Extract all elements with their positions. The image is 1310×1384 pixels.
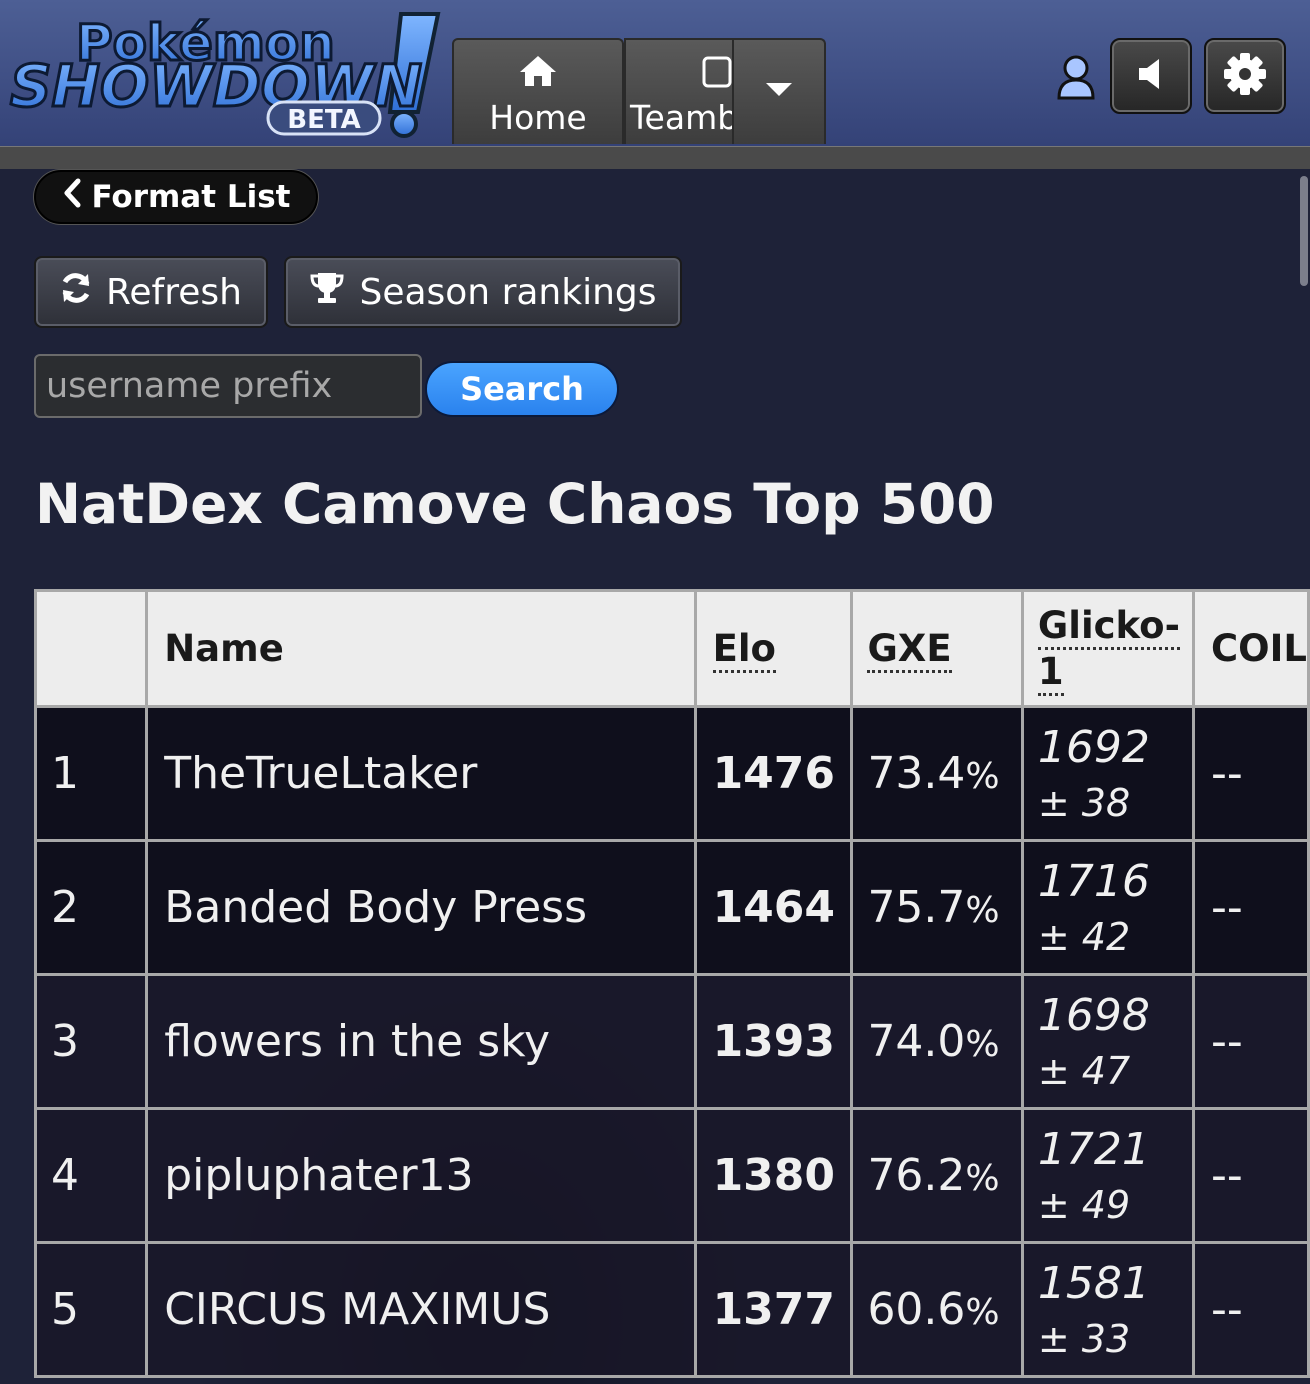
glicko-deviation: ± 47 <box>1037 1048 1131 1093</box>
column-gxe[interactable]: GXE <box>850 589 1024 708</box>
column-gxe-label[interactable]: GXE <box>867 627 952 673</box>
coil-cell: -- <box>1192 705 1310 842</box>
refresh-button[interactable]: Refresh <box>34 256 268 328</box>
column-name-label: Name <box>164 627 284 670</box>
column-rank <box>33 589 149 708</box>
player-name-link[interactable]: Banded Body Press <box>145 839 697 976</box>
elo-cell: 1393 <box>693 973 854 1110</box>
gxe-unit: % <box>965 1024 1000 1065</box>
tab-teambuilder-label: Teambuilder <box>630 98 734 137</box>
rank-cell: 1 <box>33 705 149 842</box>
coil-cell: -- <box>1192 973 1310 1110</box>
table-header-row: Name Elo GXE Glicko-1 COIL <box>33 589 1310 708</box>
gxe-value: 60.6 <box>867 1284 966 1335</box>
username-prefix-input[interactable] <box>34 354 422 418</box>
header-divider <box>0 146 1310 169</box>
home-icon <box>454 54 622 92</box>
gxe-unit: % <box>965 756 1000 797</box>
gxe-cell: 74.0% <box>850 973 1024 1110</box>
elo-cell: 1476 <box>693 705 854 842</box>
gxe-value: 73.4 <box>867 748 966 799</box>
edit-icon <box>700 54 732 94</box>
coil-cell: -- <box>1192 839 1310 976</box>
gear-icon <box>1223 52 1267 100</box>
sound-button[interactable] <box>1110 38 1192 114</box>
gxe-cell: 75.7% <box>850 839 1024 976</box>
refresh-label: Refresh <box>106 271 242 313</box>
tab-more-dropdown[interactable] <box>732 38 826 144</box>
gxe-value: 75.7 <box>867 882 966 933</box>
glicko-deviation: ± 42 <box>1037 914 1131 959</box>
page-title: NatDex Camove Chaos Top 500 <box>35 472 995 536</box>
glicko-rating: 1721 <box>1037 1123 1150 1175</box>
volume-icon <box>1137 57 1165 95</box>
rank-cell: 2 <box>33 839 149 976</box>
glicko-cell: 1721 ± 49 <box>1020 1107 1196 1244</box>
table-row: 5 CIRCUS MAXIMUS 1377 60.6% 1581 ± 33 -- <box>33 1241 1310 1378</box>
gxe-unit: % <box>965 1158 1000 1199</box>
column-elo[interactable]: Elo <box>693 589 854 708</box>
user-icon[interactable] <box>1056 54 1096 100</box>
glicko-deviation: ± 33 <box>1037 1316 1131 1361</box>
glicko-cell: 1716 ± 42 <box>1020 839 1196 976</box>
player-name-link[interactable]: TheTrueLtaker <box>145 705 697 842</box>
gxe-value: 74.0 <box>867 1016 966 1067</box>
table-row: 2 Banded Body Press 1464 75.7% 1716 ± 42… <box>33 839 1310 976</box>
player-name-link[interactable]: flowers in the sky <box>145 973 697 1110</box>
glicko-deviation: ± 49 <box>1037 1182 1131 1227</box>
column-coil-label: COIL <box>1211 627 1307 670</box>
search-button[interactable]: Search <box>425 361 619 417</box>
glicko-rating: 1698 <box>1037 989 1150 1041</box>
tab-home[interactable]: Home <box>452 38 624 144</box>
rank-cell: 5 <box>33 1241 149 1378</box>
elo-cell: 1377 <box>693 1241 854 1378</box>
table-row: 1 TheTrueLtaker 1476 73.4% 1692 ± 38 -- <box>33 705 1310 842</box>
coil-cell: -- <box>1192 1241 1310 1378</box>
gxe-cell: 73.4% <box>850 705 1024 842</box>
caret-down-icon <box>734 80 824 102</box>
format-list-label: Format List <box>91 179 291 215</box>
trophy-icon <box>309 271 345 314</box>
rank-cell: 3 <box>33 973 149 1110</box>
gxe-value: 76.2 <box>867 1150 966 1201</box>
gxe-cell: 76.2% <box>850 1107 1024 1244</box>
table-row: 3 flowers in the sky 1393 74.0% 1698 ± 4… <box>33 973 1310 1110</box>
top-header: Pokémon SHOWDOWN BETA Home Teambuilder <box>0 0 1310 147</box>
tab-home-label: Home <box>489 98 587 137</box>
refresh-icon <box>60 272 92 313</box>
chevron-left-icon <box>62 178 82 216</box>
scrollbar[interactable] <box>1300 176 1308 286</box>
settings-button[interactable] <box>1204 38 1286 114</box>
column-coil: COIL <box>1192 589 1310 708</box>
pokemon-showdown-logo[interactable]: Pokémon SHOWDOWN BETA <box>6 4 446 140</box>
season-rankings-label: Season rankings <box>359 271 657 313</box>
gxe-cell: 60.6% <box>850 1241 1024 1378</box>
glicko-cell: 1692 ± 38 <box>1020 705 1196 842</box>
elo-cell: 1464 <box>693 839 854 976</box>
rank-cell: 4 <box>33 1107 149 1244</box>
format-list-button[interactable]: Format List <box>34 170 318 224</box>
gxe-unit: % <box>965 890 1000 931</box>
glicko-rating: 1581 <box>1037 1257 1150 1309</box>
glicko-cell: 1698 ± 47 <box>1020 973 1196 1110</box>
table-row: 4 pipluphater13 1380 76.2% 1721 ± 49 -- <box>33 1107 1310 1244</box>
glicko-rating: 1716 <box>1037 855 1150 907</box>
coil-cell: -- <box>1192 1107 1310 1244</box>
column-glicko-label[interactable]: Glicko-1 <box>1037 603 1180 696</box>
elo-cell: 1380 <box>693 1107 854 1244</box>
ladder-table: Name Elo GXE Glicko-1 COIL 1 TheTrueLtak… <box>33 589 1310 1378</box>
column-elo-label[interactable]: Elo <box>712 627 776 673</box>
player-name-link[interactable]: pipluphater13 <box>145 1107 697 1244</box>
gxe-unit: % <box>965 1292 1000 1333</box>
season-rankings-button[interactable]: Season rankings <box>284 256 682 328</box>
glicko-deviation: ± 38 <box>1037 780 1131 825</box>
tab-teambuilder[interactable]: Teambuilder <box>624 38 734 144</box>
glicko-rating: 1692 <box>1037 721 1150 773</box>
svg-text:BETA: BETA <box>287 105 360 135</box>
player-name-link[interactable]: CIRCUS MAXIMUS <box>145 1241 697 1378</box>
column-name: Name <box>145 589 697 708</box>
glicko-cell: 1581 ± 33 <box>1020 1241 1196 1378</box>
column-glicko[interactable]: Glicko-1 <box>1020 589 1196 708</box>
